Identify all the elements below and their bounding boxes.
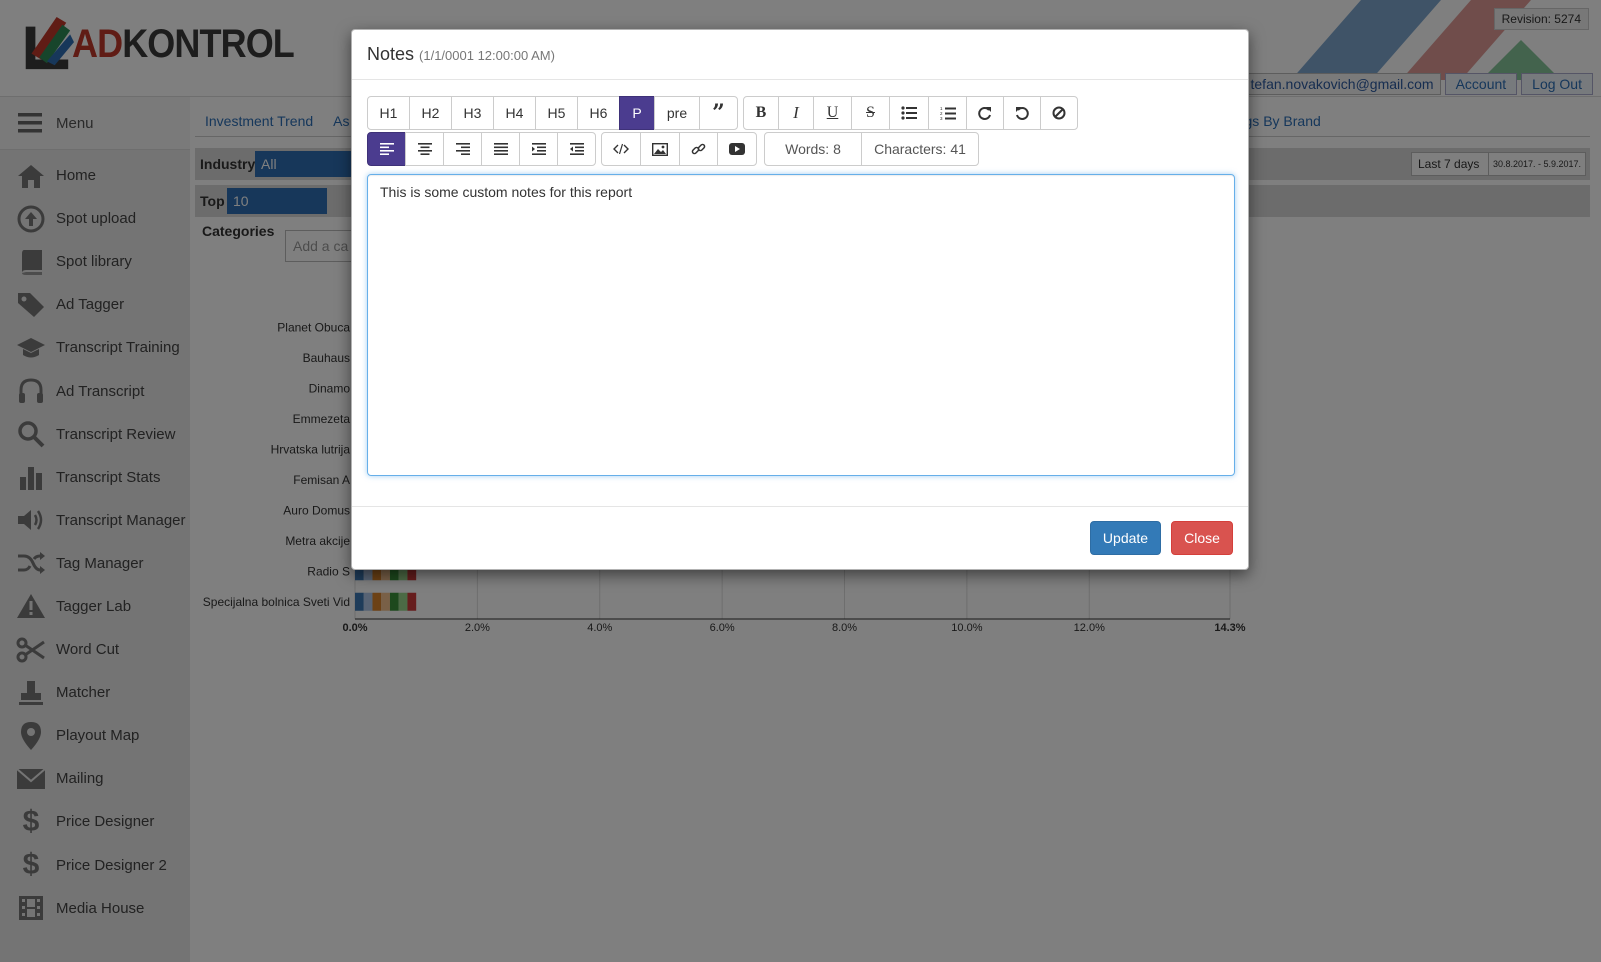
align-right-button[interactable] [443, 132, 482, 166]
h4-button[interactable]: H4 [493, 96, 536, 130]
notes-editor[interactable]: This is some custom notes for this repor… [367, 174, 1235, 476]
svg-text:3: 3 [940, 116, 943, 121]
redo-button[interactable] [966, 96, 1004, 130]
code-icon [613, 143, 629, 155]
underline-icon: U [826, 104, 839, 121]
align-center-icon [417, 143, 432, 155]
numbered-list-button[interactable]: 123 [928, 96, 967, 130]
quote-icon: ” [712, 100, 725, 126]
align-justify-icon [493, 143, 508, 155]
ban-icon [1052, 106, 1066, 120]
update-button[interactable]: Update [1090, 521, 1161, 555]
code-view-button[interactable] [601, 132, 641, 166]
word-count: Words: 8 [764, 132, 862, 166]
style-button-group: H1 H2 H3 H4 H5 H6 P pre ” [367, 96, 738, 130]
close-button[interactable]: Close [1171, 521, 1233, 555]
outdent-button[interactable] [557, 132, 596, 166]
redo-icon [978, 107, 991, 120]
bulleted-list-button[interactable] [889, 96, 929, 130]
italic-icon: I [793, 103, 799, 122]
h6-button[interactable]: H6 [577, 96, 620, 130]
align-center-button[interactable] [405, 132, 444, 166]
pre-button[interactable]: pre [654, 96, 700, 130]
h1-button[interactable]: H1 [367, 96, 410, 130]
align-left-button[interactable] [367, 132, 406, 166]
editor-toolbar-row-2: Words: 8 Characters: 41 [367, 132, 979, 166]
youtube-icon [729, 143, 745, 155]
modal-title: Notes [367, 44, 415, 64]
h3-button[interactable]: H3 [451, 96, 494, 130]
modal-header: Notes (1/1/0001 12:00:00 AM) [352, 30, 1248, 80]
underline-button[interactable]: U [813, 96, 852, 130]
bold-button[interactable]: B [743, 96, 779, 130]
align-right-icon [455, 143, 470, 155]
h2-button[interactable]: H2 [409, 96, 452, 130]
insert-button-group [601, 132, 757, 166]
link-icon [691, 143, 706, 154]
indent-icon [531, 143, 546, 155]
align-left-icon [379, 143, 394, 155]
editor-toolbar-row-1: H1 H2 H3 H4 H5 H6 P pre ” B I U S 123 [367, 96, 1083, 130]
list-ol-icon: 123 [940, 106, 956, 121]
insert-video-button[interactable] [717, 132, 757, 166]
modal-footer: Update Close [352, 506, 1248, 571]
undo-icon [1016, 107, 1029, 120]
strikethrough-button[interactable]: S [851, 96, 890, 130]
align-button-group [367, 132, 596, 166]
outdent-icon [569, 143, 584, 155]
image-icon [652, 142, 668, 156]
insert-image-button[interactable] [640, 132, 680, 166]
list-ul-icon [901, 106, 917, 120]
h5-button[interactable]: H5 [535, 96, 578, 130]
bold-icon: B [755, 104, 767, 121]
paragraph-button[interactable]: P [619, 96, 655, 130]
quote-button[interactable]: ” [699, 96, 738, 130]
format-button-group: B I U S 123 [743, 96, 1078, 130]
align-justify-button[interactable] [481, 132, 520, 166]
italic-button[interactable]: I [778, 96, 814, 130]
insert-link-button[interactable] [679, 132, 718, 166]
notes-modal: Notes (1/1/0001 12:00:00 AM) H1 H2 H3 H4… [351, 29, 1249, 570]
strikethrough-icon: S [866, 104, 875, 121]
clear-format-button[interactable] [1040, 96, 1078, 130]
character-count: Characters: 41 [861, 132, 979, 166]
modal-date: (1/1/0001 12:00:00 AM) [419, 48, 555, 63]
undo-button[interactable] [1003, 96, 1041, 130]
indent-button[interactable] [519, 132, 558, 166]
